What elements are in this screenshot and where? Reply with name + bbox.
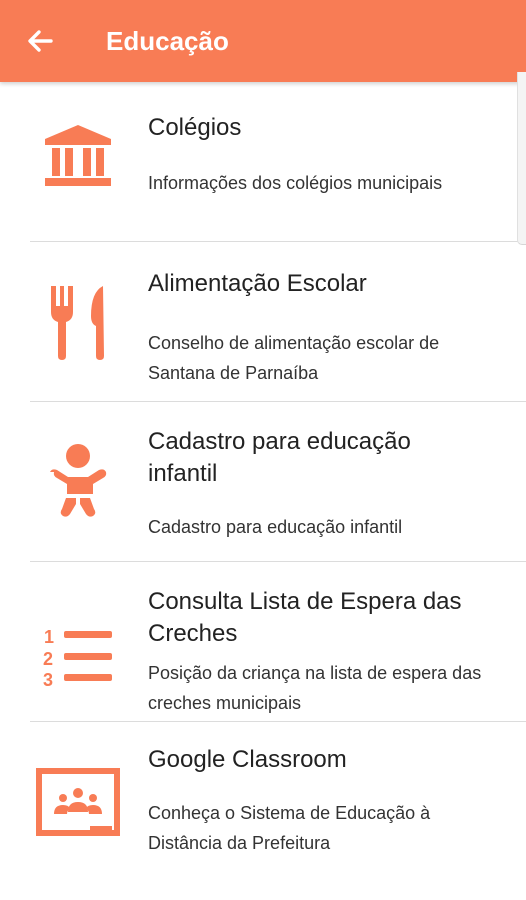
arrow-back-icon: [28, 30, 53, 52]
svg-text:1: 1: [44, 627, 54, 647]
classroom-icon: [36, 762, 120, 846]
item-title: Alimentação Escolar: [148, 270, 367, 297]
app-bar: Educação: [0, 0, 526, 82]
item-title: Google Classroom: [148, 746, 347, 773]
item-description: Conselho de alimentação escolar de Santa…: [148, 333, 440, 383]
back-button[interactable]: [20, 21, 60, 61]
svg-text:3: 3: [43, 670, 53, 688]
list-item-colegios[interactable]: Colégios Informações dos colégios munici…: [0, 82, 526, 242]
item-title: Colégios: [148, 114, 242, 141]
item-description: Cadastro para educação infantil: [148, 517, 403, 537]
list-item-cadastro-educacao-infantil[interactable]: Cadastro para educação infantil Cadastro…: [0, 402, 526, 562]
list-item-alimentacao-escolar[interactable]: Alimentação Escolar Conselho de alimenta…: [0, 242, 526, 402]
item-description: Posição da criança na lista de espera da…: [148, 663, 482, 713]
list-item-google-classroom[interactable]: Google Classroom Conheça o Sistema de Ed…: [0, 722, 526, 882]
list-item-lista-espera-creches[interactable]: 1 2 3 Consulta Lista de Espera das Crech…: [0, 562, 526, 722]
education-menu-list: Colégios Informações dos colégios munici…: [0, 82, 526, 882]
item-title: Cadastro para educação infantil: [148, 428, 411, 487]
page-title: Educação: [106, 26, 229, 56]
numbered-list-icon: 1 2 3: [36, 614, 120, 698]
item-title: Consulta Lista de Espera das Creches: [148, 588, 462, 647]
svg-text:2: 2: [43, 649, 53, 669]
baby-icon: [36, 440, 120, 524]
scrollbar[interactable]: [517, 72, 526, 245]
fork-knife-icon: [36, 280, 120, 364]
item-description: Informações dos colégios municipais: [148, 173, 443, 193]
building-columns-icon: [36, 114, 120, 198]
item-description: Conheça o Sistema de Educação à Distânci…: [148, 803, 431, 853]
